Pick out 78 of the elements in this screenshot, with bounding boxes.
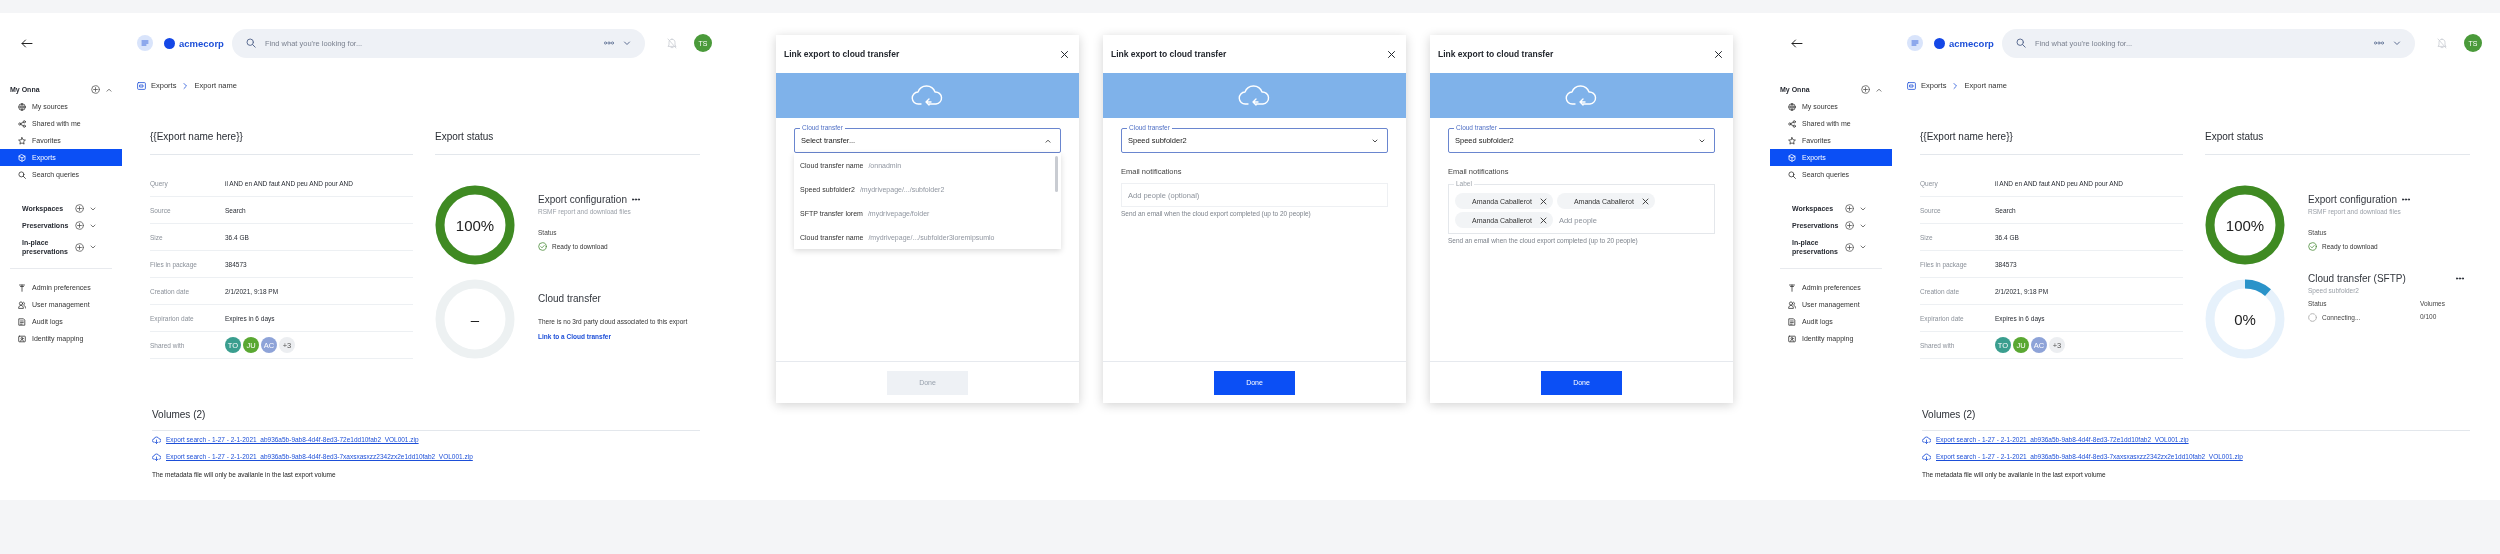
share-icon [18,119,26,128]
chevron-icon[interactable] [1859,243,1867,251]
search-icon [2015,38,2026,48]
id-card-icon [1788,334,1796,343]
close-icon[interactable] [1060,49,1069,59]
plus-icon[interactable] [75,221,84,230]
document-icon [18,317,26,326]
menu-icon [1911,40,1919,46]
star-icon [18,136,26,145]
plus-icon[interactable] [1845,221,1854,230]
star-icon [1788,136,1796,145]
dialog-title: Link export to cloud transfer [1111,49,1227,59]
id-card-icon [18,334,26,343]
logo-icon [164,37,175,49]
plus-icon[interactable] [1845,242,1854,252]
chevron-icon[interactable] [89,243,97,251]
chevron-right-icon [181,81,190,90]
share-icon [1788,119,1796,128]
search-icon [18,170,26,179]
close-icon[interactable] [1714,49,1723,59]
dialog-title: Link export to cloud transfer [784,49,900,59]
user-icon [18,300,26,309]
brand-name: acmecorp [1949,37,1994,49]
percent-label: 100% [455,216,495,234]
search-icon [1788,170,1796,179]
card-title: Cloud transfer [538,293,601,304]
back-arrow-icon[interactable] [21,38,33,48]
more-icon[interactable] [631,198,640,201]
section-title: Export status [435,118,700,155]
remove-icon[interactable] [1641,197,1649,205]
plus-icon[interactable] [75,242,84,252]
globe-icon [18,102,26,111]
logo-icon [1934,37,1945,49]
plus-icon[interactable] [75,204,84,213]
box-icon [137,81,146,90]
percent-label: 0% [2234,310,2256,328]
check-icon [2308,242,2317,251]
cloud-download-icon [1922,435,1931,444]
cloud-download-icon [1922,452,1931,461]
section-title: Volumes (2) [152,409,700,431]
card-title: Export configuration [2308,194,2397,205]
plus-icon[interactable] [1845,204,1854,213]
plus-icon[interactable] [91,85,100,94]
user-icon [1788,300,1796,309]
cube-icon [18,153,26,162]
section-title: {{Export name here}} [1920,118,2183,155]
section-title: Volumes (2) [1922,409,2470,431]
more-icon[interactable] [2456,277,2464,280]
menu-button[interactable] [137,35,153,51]
chevron-right-icon [1951,81,1960,90]
card-title: Export configuration [538,194,627,205]
cube-icon [1788,153,1796,162]
remove-icon[interactable] [1539,216,1547,224]
spinner-icon [2308,313,2317,322]
dialog-title: Link export to cloud transfer [1438,49,1554,59]
close-icon[interactable] [1387,49,1396,59]
cloud-download-icon [152,452,161,461]
card-title: Cloud transfer (SFTP) [2308,273,2406,284]
more-icon[interactable] [2401,198,2410,201]
box-icon [1907,81,1916,90]
menu-button[interactable] [1907,35,1923,51]
cloud-download-icon [152,435,161,444]
scrollbar-thumb[interactable] [1055,156,1058,192]
pin-icon [1788,283,1796,292]
remove-icon[interactable] [1539,197,1547,205]
brand-name: acmecorp [179,37,224,49]
dash-label: – [470,310,480,328]
menu-icon [141,40,149,46]
document-icon [1788,317,1796,326]
search-icon [245,38,256,48]
percent-label: 100% [2225,216,2265,234]
check-icon [538,242,547,251]
globe-icon [1788,102,1796,111]
section-title: {{Export name here}} [150,118,413,155]
section-title: Export status [2205,118,2470,155]
back-arrow-icon[interactable] [1791,38,1803,48]
pin-icon [18,283,26,292]
plus-icon[interactable] [1861,85,1870,94]
